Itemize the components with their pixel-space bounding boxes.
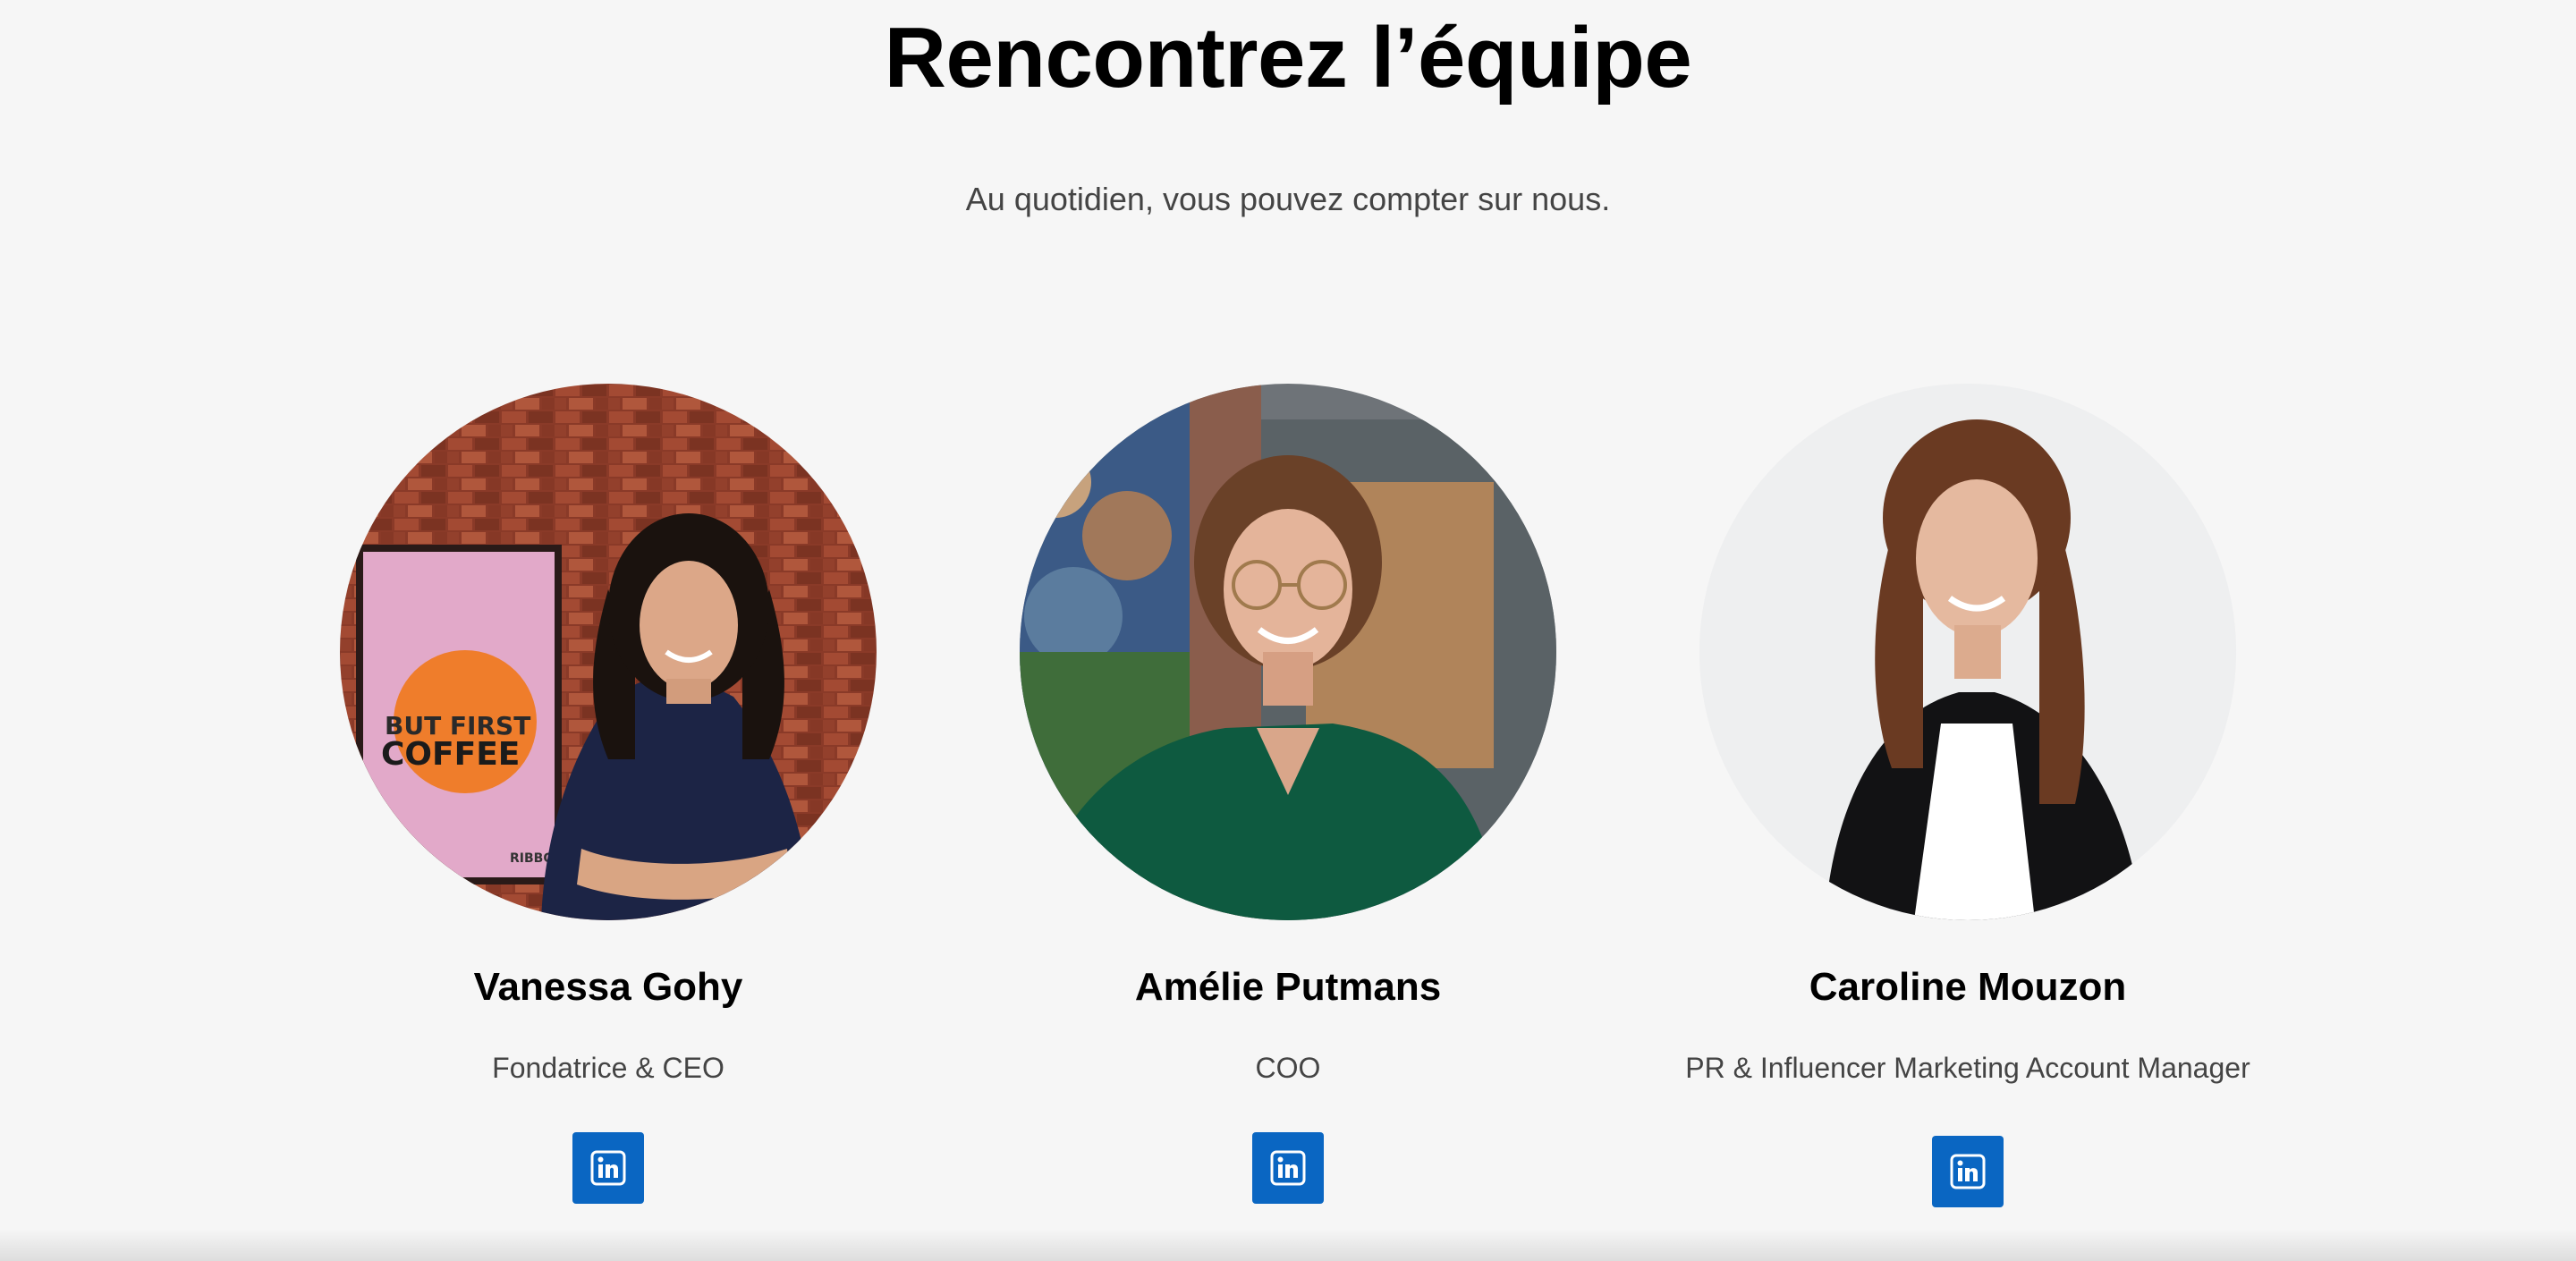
member-role: PR & Influencer Marketing Account Manage… <box>1685 1052 2250 1084</box>
member-name: Amélie Putmans <box>1134 965 1442 1009</box>
linkedin-button[interactable] <box>1252 1132 1324 1204</box>
member-name: Caroline Mouzon <box>1809 965 2127 1009</box>
linkedin-icon <box>1950 1154 1986 1189</box>
member-photo <box>1020 384 1556 920</box>
member-role: COO <box>1255 1052 1321 1084</box>
section-title: Rencontrez l’équipe <box>884 10 1692 106</box>
linkedin-icon <box>1270 1150 1306 1186</box>
member-name: Vanessa Gohy <box>473 965 743 1009</box>
member-photo <box>1699 384 2236 920</box>
team-member-card: BUT FIRST COFFEE RIBBON Vanessa Gohy Fon… <box>268 384 948 1206</box>
team-member-card: Caroline Mouzon PR & Influencer Marketin… <box>1628 384 2308 1209</box>
section-subtitle: Au quotidien, vous pouvez compter sur no… <box>965 181 1611 217</box>
bottom-shadow <box>0 1229 2576 1261</box>
linkedin-button[interactable] <box>1932 1136 2004 1207</box>
poster-text-main: COFFEE <box>381 736 520 773</box>
linkedin-icon <box>590 1150 626 1186</box>
member-photo: BUT FIRST COFFEE RIBBON <box>340 384 877 920</box>
team-section: Rencontrez l’équipe Au quotidien, vous p… <box>0 0 2576 1261</box>
team-member-card: Amélie Putmans COO <box>948 384 1628 1206</box>
member-role: Fondatrice & CEO <box>492 1052 724 1084</box>
linkedin-button[interactable] <box>572 1132 644 1204</box>
